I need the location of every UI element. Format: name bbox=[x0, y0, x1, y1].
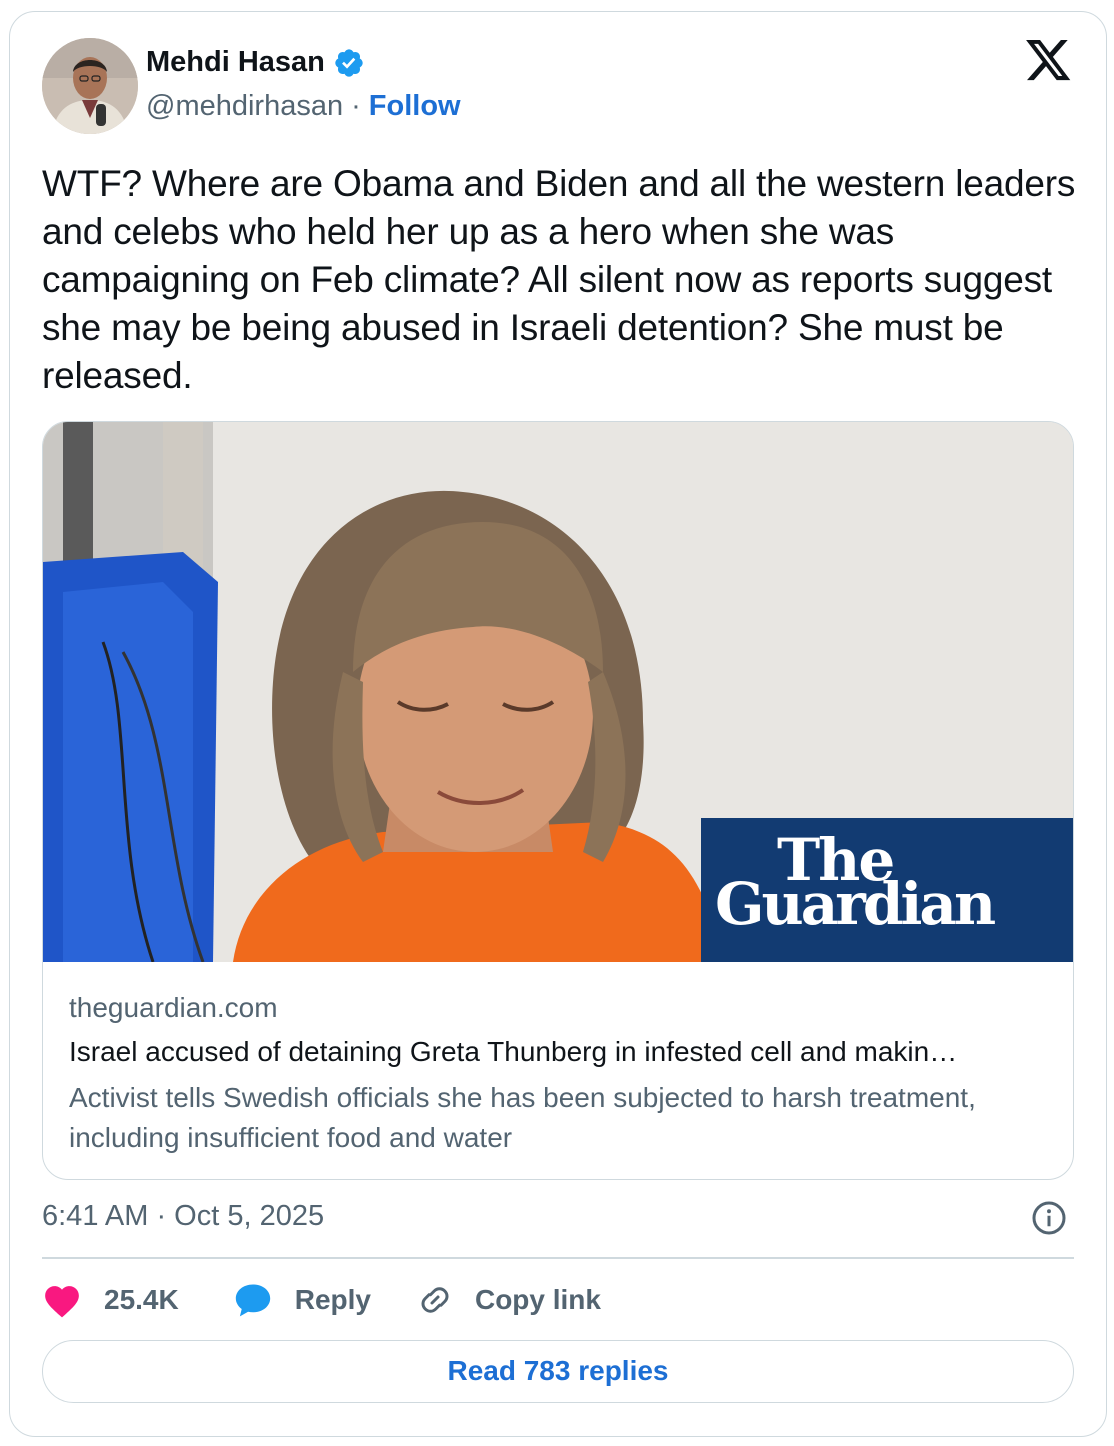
handle-row: @mehdirhasan · Follow bbox=[146, 90, 461, 123]
heart-icon bbox=[45, 1286, 79, 1318]
action-bar: 25.4K Reply Copy link bbox=[42, 1278, 601, 1322]
link-preview-card[interactable]: The Guardian theguardian.com Israel accu… bbox=[42, 421, 1074, 1180]
author-name[interactable]: Mehdi Hasan bbox=[146, 46, 325, 79]
link-domain: theguardian.com bbox=[69, 992, 278, 1023]
link-icon bbox=[421, 1287, 449, 1313]
handle-separator: · bbox=[351, 90, 361, 122]
divider bbox=[42, 1257, 1074, 1259]
reply-bubble-icon bbox=[235, 1284, 270, 1317]
reply-button[interactable]: Reply bbox=[233, 1282, 371, 1318]
tweet-text: WTF? Where are Obama and Biden and all t… bbox=[42, 163, 1076, 396]
info-icon[interactable] bbox=[1031, 1200, 1067, 1236]
follow-button[interactable]: Follow bbox=[369, 90, 461, 123]
avatar-photo bbox=[42, 38, 138, 134]
read-replies-button[interactable]: Read 783 replies bbox=[42, 1340, 1074, 1403]
author-name-row[interactable]: Mehdi Hasan bbox=[146, 46, 365, 79]
link-description: Activist tells Swedish officials she has… bbox=[69, 1082, 976, 1153]
x-logo-icon[interactable] bbox=[1026, 40, 1072, 82]
author-handle[interactable]: @mehdirhasan bbox=[146, 90, 343, 123]
timestamp[interactable]: 6:41 AM · Oct 5, 2025 bbox=[42, 1200, 324, 1233]
copy-link-label: Copy link bbox=[474, 1284, 601, 1315]
link-title: Israel accused of detaining Greta Thunbe… bbox=[69, 1036, 958, 1067]
copy-link-button[interactable]: Copy link bbox=[417, 1282, 601, 1318]
verified-badge-icon bbox=[335, 48, 363, 77]
link-preview-image[interactable]: The Guardian bbox=[43, 422, 1073, 962]
guardian-logo-line2: Guardian bbox=[715, 870, 996, 938]
guardian-logo: The Guardian bbox=[701, 818, 1073, 962]
like-button[interactable]: 25.4K bbox=[42, 1282, 179, 1318]
avatar[interactable] bbox=[42, 38, 138, 134]
like-count: 25.4K bbox=[104, 1284, 179, 1315]
reply-label: Reply bbox=[294, 1284, 371, 1315]
